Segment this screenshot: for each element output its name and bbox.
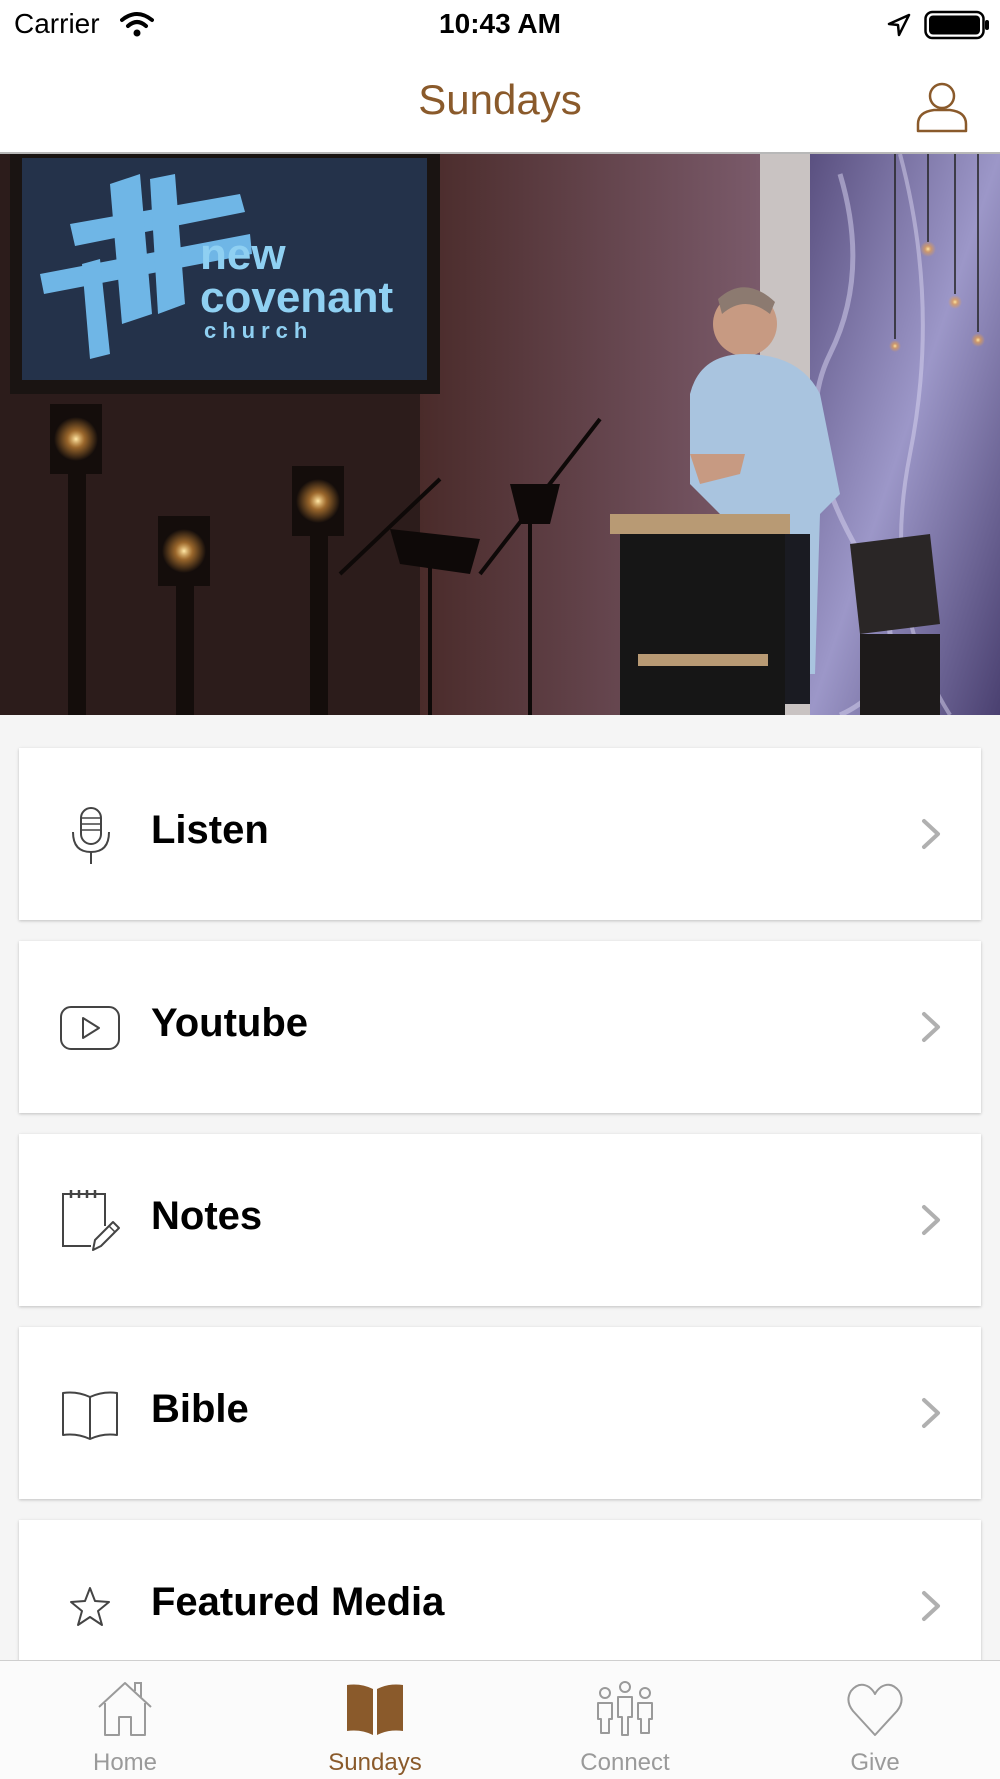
status-time: 10:43 AM	[439, 8, 561, 39]
tab-label: Give	[850, 1749, 900, 1776]
hero-image: new covenant church	[0, 154, 1000, 715]
tab-home[interactable]: Home	[0, 1661, 250, 1779]
chevron-right-icon	[922, 1012, 940, 1042]
menu-item-label: Featured Media	[151, 1580, 445, 1624]
microphone-icon	[72, 807, 110, 864]
logo-text-new: new	[200, 230, 286, 279]
menu-list: Listen Youtube Notes Bible Featured Medi…	[19, 748, 981, 1713]
logo-text-church: church	[204, 318, 313, 343]
tab-sundays[interactable]: Sundays	[250, 1661, 500, 1779]
location-arrow-icon	[887, 13, 911, 37]
profile-button[interactable]	[914, 78, 970, 134]
tab-label: Sundays	[328, 1749, 422, 1776]
nav-bar: Sundays	[0, 50, 1000, 154]
menu-item-youtube[interactable]: Youtube	[19, 941, 981, 1113]
menu-item-label: Youtube	[151, 1001, 309, 1045]
home-icon	[98, 1682, 152, 1736]
menu-item-label: Listen	[151, 808, 269, 852]
menu-item-label: Notes	[151, 1194, 263, 1238]
menu-item-label: Bible	[151, 1387, 249, 1431]
menu-item-notes[interactable]: Notes	[19, 1134, 981, 1306]
battery-icon	[924, 10, 989, 40]
logo-text-covenant: covenant	[200, 273, 394, 322]
tab-connect[interactable]: Connect	[500, 1661, 750, 1779]
tab-give[interactable]: Give	[750, 1661, 1000, 1779]
people-icon	[597, 1681, 653, 1736]
status-bar: Carrier 10:43 AM	[0, 0, 1000, 50]
tab-bar: Home Sundays Connect Give	[0, 1660, 1000, 1779]
tab-label: Connect	[580, 1749, 670, 1776]
notepad-icon	[62, 1190, 120, 1251]
book-icon	[62, 1391, 118, 1440]
menu-item-bible[interactable]: Bible	[19, 1327, 981, 1499]
chevron-right-icon	[922, 819, 940, 849]
chevron-right-icon	[922, 1398, 940, 1428]
chevron-right-icon	[922, 1591, 940, 1621]
tab-label: Home	[92, 1749, 158, 1776]
star-icon	[70, 1587, 110, 1626]
book-icon	[347, 1684, 403, 1735]
menu-item-listen[interactable]: Listen	[19, 748, 981, 920]
stage-photo: new covenant church	[0, 154, 1000, 715]
user-icon	[916, 82, 968, 133]
heart-icon	[847, 1683, 903, 1736]
chevron-right-icon	[922, 1205, 940, 1235]
play-icon	[60, 1006, 120, 1050]
page-title: Sundays	[418, 76, 582, 123]
